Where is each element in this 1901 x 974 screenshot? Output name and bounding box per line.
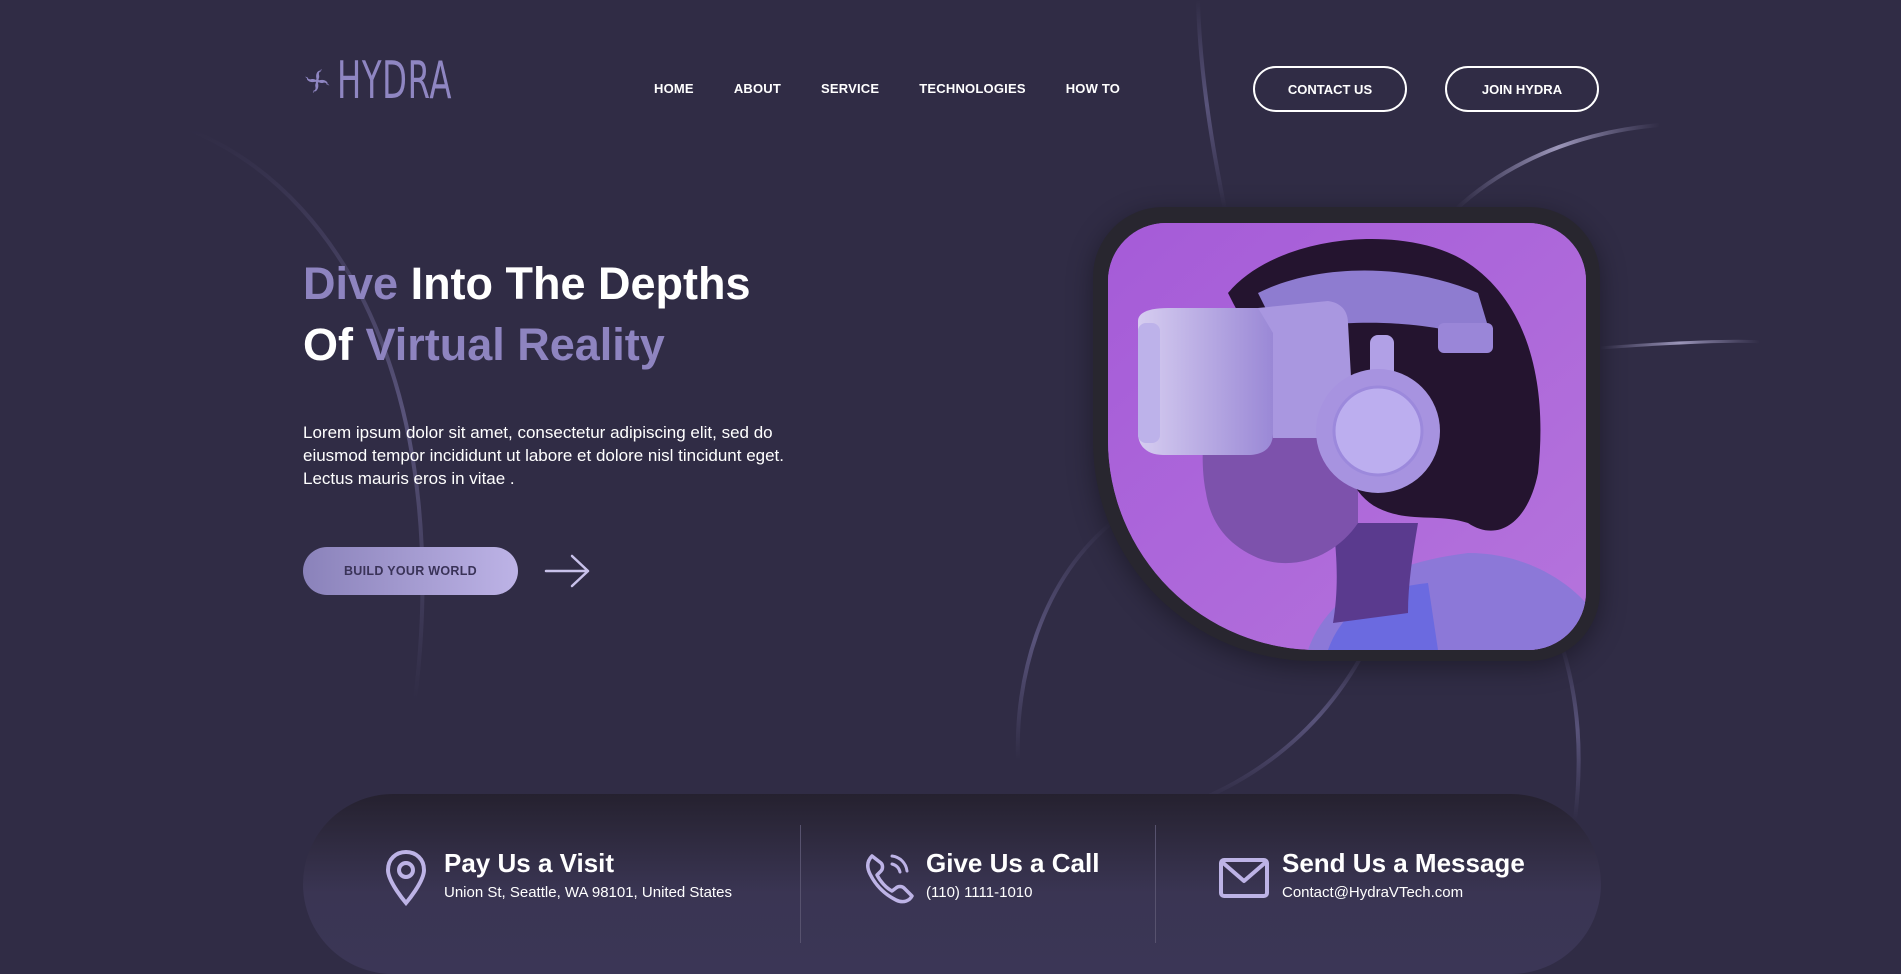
vr-person-illustration [1108, 223, 1586, 650]
contact-divider-1 [800, 825, 801, 943]
phone-icon [866, 854, 914, 904]
join-hydra-button[interactable]: JOIN HYDRA [1445, 66, 1599, 112]
hero-title-accent-2: Virtual Reality [365, 319, 665, 370]
hero-description: Lorem ipsum dolor sit amet, consectetur … [303, 423, 785, 488]
hero-title-accent-1: Dive [303, 258, 399, 309]
nav-about[interactable]: ABOUT [734, 81, 781, 96]
contact-divider-2 [1155, 825, 1156, 943]
hero-title-start-2: Of [303, 319, 366, 370]
message-title: Send Us a Message [1282, 848, 1525, 878]
location-pin-icon [385, 849, 427, 906]
hero-title-rest-1: Into The Depths [398, 258, 751, 309]
main-nav: HOME ABOUT SERVICE TECHNOLOGIES HOW TO [654, 81, 1120, 96]
contact-message: Send Us a Message Contact@HydraVTech.com [1218, 848, 1525, 906]
brand-logo[interactable]: HYDRA [303, 26, 523, 136]
nav-service[interactable]: SERVICE [821, 81, 879, 96]
arrow-right-icon[interactable] [544, 553, 592, 589]
mail-icon [1219, 858, 1269, 898]
nav-home[interactable]: HOME [654, 81, 694, 96]
contact-us-button[interactable]: CONTACT US [1253, 66, 1407, 112]
hero-image-vr-person [1108, 223, 1586, 650]
call-number[interactable]: (110) 1111-1010 [926, 884, 1099, 901]
hydra-swirl-logo-icon [305, 68, 330, 94]
call-title: Give Us a Call [926, 848, 1100, 878]
visit-title: Pay Us a Visit [444, 848, 615, 878]
nav-technologies[interactable]: TECHNOLOGIES [919, 81, 1025, 96]
hero-title: Dive Into The Depths Of Virtual Reality [303, 253, 751, 375]
message-email[interactable]: Contact@HydraVTech.com [1282, 884, 1525, 901]
brand-name: HYDRA [337, 51, 453, 111]
nav-how-to[interactable]: HOW TO [1066, 81, 1120, 96]
visit-address: Union St, Seattle, WA 98101, United Stat… [444, 884, 732, 901]
build-your-world-button[interactable]: BUILD YOUR WORLD [303, 547, 518, 595]
contact-call: Give Us a Call (110) 1111-1010 [862, 848, 1099, 906]
contact-visit: Pay Us a Visit Union St, Seattle, WA 981… [380, 848, 732, 906]
